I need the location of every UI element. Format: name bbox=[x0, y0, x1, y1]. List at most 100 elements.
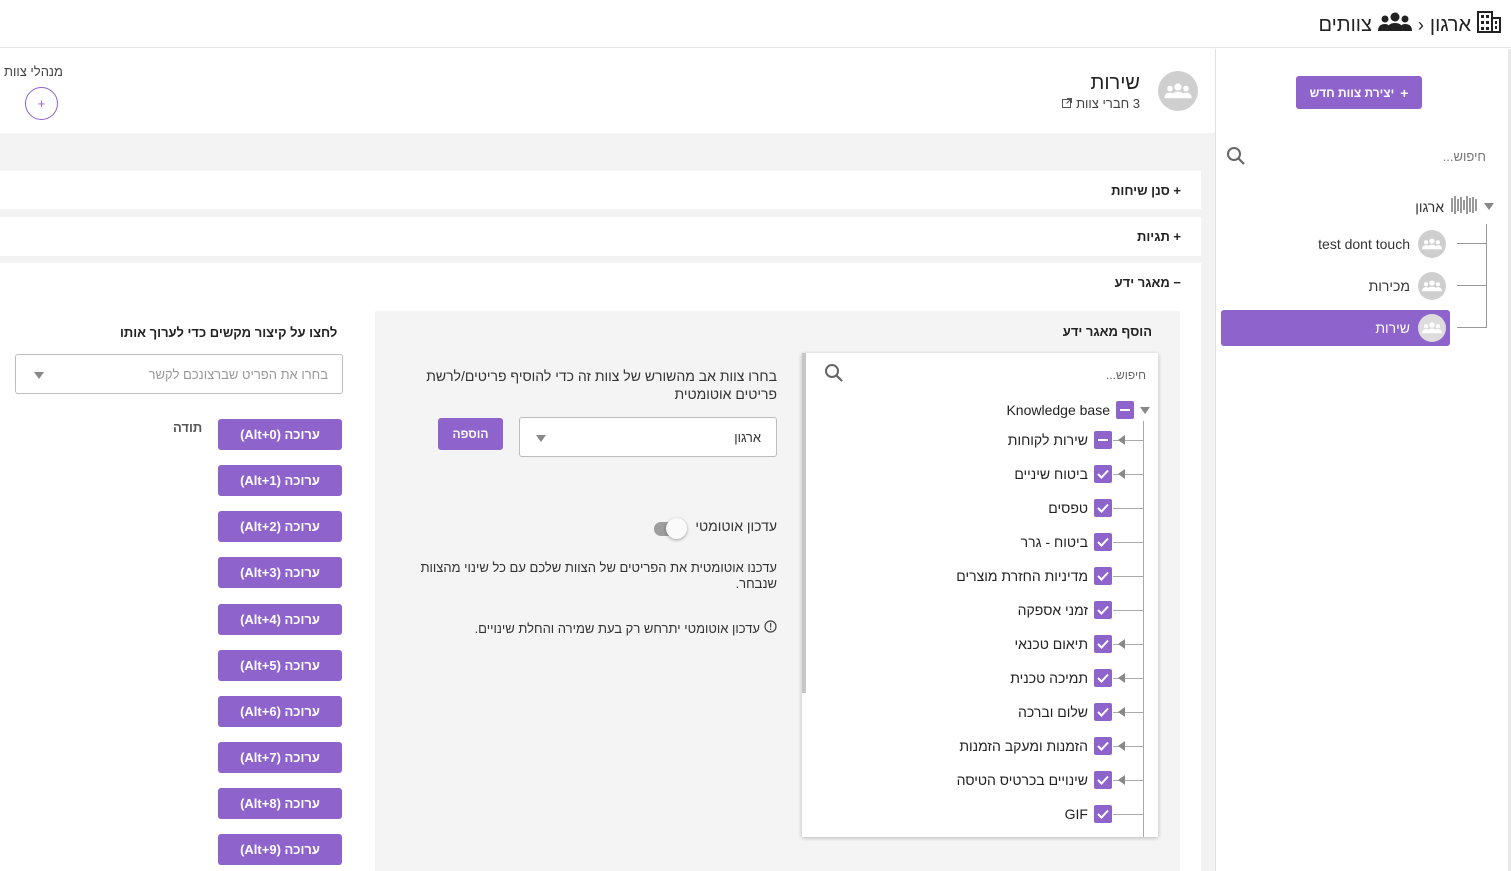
parent-team-description: בחרו צוות אב מהשורש של צוות זה כדי להוסי… bbox=[426, 368, 777, 402]
kb-tree-item[interactable]: טפסים bbox=[1048, 498, 1112, 518]
people-icon bbox=[1377, 12, 1412, 38]
expand-icon[interactable] bbox=[1118, 435, 1125, 445]
tree-line bbox=[1113, 610, 1143, 611]
kb-tree-item[interactable]: GIF bbox=[1065, 804, 1112, 824]
checkbox-checked[interactable] bbox=[1094, 567, 1112, 585]
expand-icon[interactable] bbox=[1484, 203, 1494, 210]
tree-line bbox=[1113, 542, 1143, 543]
create-team-button[interactable]: + יצירת צוות חדש bbox=[1296, 76, 1422, 109]
kb-tree: Knowledge base שירות לקוחות ביטוח שיניים… bbox=[802, 353, 1158, 837]
kb-item-label: GIF bbox=[1064, 806, 1088, 822]
add-parent-button[interactable]: הוספה bbox=[438, 418, 503, 450]
kb-tree-item[interactable]: תמיכה טכנית bbox=[1010, 668, 1125, 688]
checkbox-checked[interactable] bbox=[1094, 533, 1112, 551]
add-manager-button[interactable]: + bbox=[25, 87, 58, 120]
kb-tree-item[interactable]: מדיניות החזרת מוצרים bbox=[956, 566, 1112, 586]
auto-update-note: עדכון אוטומטי יתרחש רק בעת שמירה והחלת ש… bbox=[387, 620, 777, 636]
external-link-icon bbox=[1062, 96, 1073, 111]
shortcut-edit-button-4[interactable]: ערוכה (Alt+4) bbox=[218, 604, 342, 635]
kb-tree-item[interactable]: ביטוח - גרר bbox=[1021, 532, 1112, 552]
shortcut-edit-button-2[interactable]: ערוכה (Alt+2) bbox=[218, 511, 342, 542]
checkbox-checked[interactable] bbox=[1094, 805, 1112, 823]
shortcut-item-select[interactable]: בחרו את הפריט שברצונכם לקשר bbox=[15, 354, 343, 394]
expand-icon[interactable] bbox=[1118, 775, 1125, 785]
shortcut-edit-button-9[interactable]: ערוכה (Alt+9) bbox=[218, 834, 342, 865]
toggle-knob bbox=[666, 518, 687, 539]
shortcut-edit-button-1[interactable]: ערוכה (Alt+1) bbox=[218, 465, 342, 496]
breadcrumb-root[interactable]: ארגון bbox=[1430, 14, 1471, 37]
sidebar-team-item[interactable]: מכירות bbox=[1369, 268, 1450, 304]
filter-section[interactable]: + סנן שיחות bbox=[0, 171, 1201, 209]
team-search-input[interactable] bbox=[1256, 144, 1486, 168]
auto-update-description: עדכנו אוטומטית את הפריטים של הצוות שלכם … bbox=[420, 560, 777, 591]
search-icon[interactable] bbox=[824, 363, 844, 388]
shortcut-edit-button-6[interactable]: ערוכה (Alt+6) bbox=[218, 696, 342, 727]
team-title: שירות bbox=[1090, 72, 1141, 94]
team-name: test dont touch bbox=[1318, 236, 1410, 252]
shortcut-edit-button-8[interactable]: ערוכה (Alt+8) bbox=[218, 788, 342, 819]
kb-item-label: ביטוח - גרר bbox=[1020, 534, 1088, 550]
auto-update-toggle[interactable] bbox=[654, 518, 687, 540]
checkbox-partial[interactable] bbox=[1116, 401, 1134, 419]
search-icon[interactable] bbox=[1226, 146, 1246, 171]
team-name: מכירות bbox=[1368, 278, 1410, 294]
expand-icon[interactable] bbox=[1118, 741, 1125, 751]
tags-section-title[interactable]: + תגיות bbox=[1137, 229, 1181, 244]
kb-tree-scrollbar[interactable] bbox=[802, 353, 806, 693]
checkbox-checked[interactable] bbox=[1094, 635, 1112, 653]
tree-line bbox=[1113, 814, 1143, 815]
create-team-label: יצירת צוות חדש bbox=[1309, 85, 1395, 100]
kb-tree-item[interactable]: הזמנות ומעקב הזמנות bbox=[959, 736, 1125, 756]
collapse-icon[interactable] bbox=[1140, 406, 1150, 414]
checkbox-checked[interactable] bbox=[1094, 771, 1112, 789]
expand-icon[interactable] bbox=[1118, 469, 1125, 479]
sidebar-team-item-active[interactable]: שירות bbox=[1221, 310, 1450, 346]
team-avatar-icon bbox=[1418, 314, 1446, 342]
checkbox-partial[interactable] bbox=[1094, 431, 1112, 449]
kb-tree-item[interactable]: זמני אספקה bbox=[1018, 600, 1112, 620]
kb-tree-item[interactable]: שירות לקוחות bbox=[1008, 430, 1125, 450]
kb-tree-item[interactable]: ביטוח שיניים bbox=[1014, 464, 1125, 484]
parent-team-value: ארגון bbox=[734, 430, 761, 445]
kb-item-label: שינויים בכרטיס הטיסה bbox=[956, 772, 1088, 788]
org-root-label: ארגון bbox=[1415, 198, 1444, 215]
kb-tree-root[interactable]: Knowledge base bbox=[1006, 400, 1150, 420]
kb-tree-item[interactable]: שינויים בכרטיס הטיסה bbox=[957, 770, 1125, 790]
auto-update-label: עדכון אוטומטי bbox=[695, 518, 777, 534]
kb-item-label: ביטוח שיניים bbox=[1014, 466, 1088, 482]
main-content: שירות 3 חברי צוות מנהלי צוות + + סנן שיח… bbox=[0, 49, 1215, 871]
kb-item-label: מדיניות החזרת מוצרים bbox=[956, 568, 1088, 584]
checkbox-checked[interactable] bbox=[1094, 669, 1112, 687]
teams-sidebar: + יצירת צוות חדש ארגון test dont touch מ… bbox=[1215, 49, 1511, 871]
kb-search-input[interactable] bbox=[856, 365, 1146, 385]
tree-line bbox=[1486, 224, 1487, 328]
checkbox-checked[interactable] bbox=[1094, 499, 1112, 517]
shortcut-edit-button-5[interactable]: ערוכה (Alt+5) bbox=[218, 650, 342, 681]
chevron-down-icon bbox=[536, 435, 546, 442]
parent-team-select[interactable]: ארגון bbox=[519, 417, 777, 457]
shortcut-value-0: תודה bbox=[173, 420, 203, 435]
checkbox-checked[interactable] bbox=[1094, 601, 1112, 619]
kb-item-label: זמני אספקה bbox=[1017, 602, 1088, 618]
checkbox-checked[interactable] bbox=[1094, 465, 1112, 483]
shortcut-edit-button-0[interactable]: ערוכה (Alt+0) bbox=[218, 419, 342, 450]
kb-section-title[interactable]: − מאגר ידע bbox=[1115, 275, 1181, 290]
tags-section[interactable]: + תגיות bbox=[0, 217, 1201, 256]
checkbox-checked[interactable] bbox=[1094, 737, 1112, 755]
kb-tree-item[interactable]: שלום וברכה bbox=[1018, 702, 1125, 722]
team-members-link[interactable]: 3 חברי צוות bbox=[1062, 96, 1140, 111]
shortcut-edit-button-3[interactable]: ערוכה (Alt+3) bbox=[218, 557, 342, 588]
kb-item-label: טפסים bbox=[1048, 500, 1088, 516]
checkbox-checked[interactable] bbox=[1094, 703, 1112, 721]
org-logo bbox=[1450, 195, 1478, 218]
kb-tree-item[interactable]: תיאום טכנאי bbox=[1015, 634, 1125, 654]
filter-section-title[interactable]: + סנן שיחות bbox=[1111, 183, 1181, 198]
shortcut-edit-button-7[interactable]: ערוכה (Alt+7) bbox=[218, 742, 342, 773]
org-root-row[interactable]: ארגון bbox=[1415, 195, 1494, 218]
tree-line bbox=[1457, 285, 1487, 286]
breadcrumb-current: צוותים bbox=[1318, 13, 1372, 36]
expand-icon[interactable] bbox=[1118, 639, 1125, 649]
expand-icon[interactable] bbox=[1118, 673, 1125, 683]
expand-icon[interactable] bbox=[1118, 707, 1125, 717]
sidebar-team-item[interactable]: test dont touch bbox=[1318, 226, 1450, 262]
